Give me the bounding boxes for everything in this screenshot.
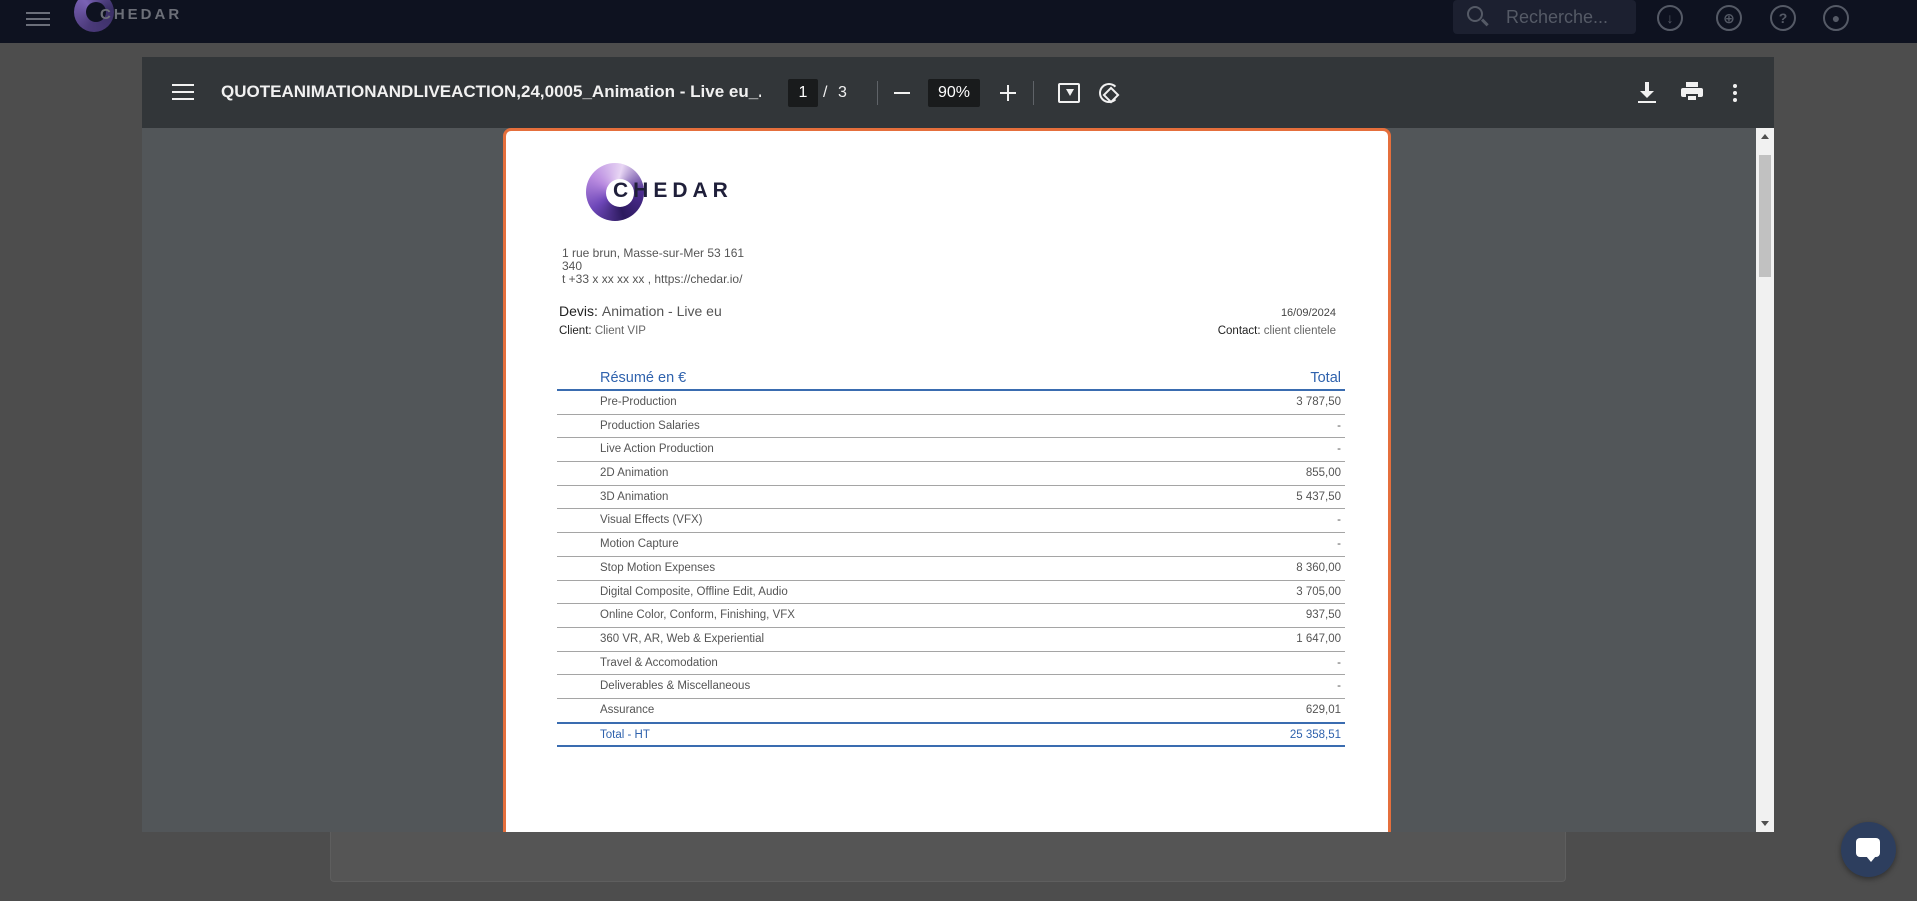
row-label: Pre-Production [600, 396, 677, 408]
devis-value: Animation - Live eu [601, 303, 722, 319]
contact-label: Contact: [1217, 325, 1261, 337]
row-label: 3D Animation [600, 490, 669, 503]
zoom-out-icon[interactable] [894, 92, 910, 94]
search-icon [1467, 6, 1483, 22]
table-row: Stop Motion Expenses 8 360,00 [557, 557, 1345, 581]
client-value: Client VIP [594, 325, 646, 337]
table-row: Pre-Production 3 787,50 [557, 391, 1345, 415]
row-value: - [1337, 538, 1341, 551]
toolbar-divider [1033, 81, 1034, 105]
total-header: Total [1310, 370, 1341, 386]
row-value: 855,00 [1305, 467, 1341, 480]
row-value: 5 437,50 [1296, 490, 1341, 503]
table-row: Digital Composite, Offline Edit, Audio 3 … [557, 581, 1345, 605]
search-placeholder: Recherche... [1506, 7, 1609, 27]
toolbar-divider [877, 81, 878, 105]
scrollbar[interactable] [1756, 128, 1774, 832]
row-label: Assurance [600, 703, 655, 716]
table-row: Live Action Production - [557, 438, 1345, 463]
row-value: - [1337, 656, 1341, 669]
row-value: - [1337, 419, 1341, 432]
client-label: Client: [559, 325, 592, 337]
devis-label: Devis: [559, 303, 598, 319]
zoom-in-icon[interactable] [1000, 85, 1016, 101]
contact-value: client clientele [1263, 325, 1336, 337]
sidebar-toggle-icon[interactable] [172, 84, 194, 102]
chat-button[interactable] [1841, 822, 1896, 877]
scroll-up-arrow-icon[interactable] [1761, 134, 1769, 139]
quote-heading: Devis: Animation - Live eu [559, 303, 722, 319]
total-row: Total - HT 25 358,51 [557, 721, 1345, 747]
row-label: Visual Effects (VFX) [600, 514, 703, 527]
globe-icon[interactable]: ⊕ [1716, 5, 1742, 31]
row-value: - [1337, 443, 1341, 456]
cloud-download-icon[interactable]: ↓ [1657, 5, 1683, 31]
row-value: 3 787,50 [1296, 396, 1341, 408]
row-value: - [1337, 514, 1341, 527]
row-label: Stop Motion Expenses [600, 561, 716, 574]
row-label: Online Color, Conform, Finishing, VFX [600, 609, 795, 622]
brand-name: CHEDAR [100, 6, 183, 23]
table-row: Travel & Accomodation - [557, 652, 1345, 676]
contact-info: Contact: client clientele [1218, 325, 1336, 337]
viewer-toolbar: QUOTEANIMATIONANDLIVEACTION,24,0005_Anim… [142, 57, 1774, 128]
row-label: Deliverables & Miscellaneous [600, 680, 751, 693]
row-label: Digital Composite, Offline Edit, Audio [600, 585, 788, 598]
row-value: 1 647,00 [1296, 632, 1341, 645]
address-line: 1 rue brun, Masse-sur-Mer 53 161 [562, 246, 745, 260]
document-brand: CHEDAR [613, 179, 733, 202]
row-label: Live Action Production [600, 443, 714, 456]
summary-header: Résumé en € [600, 370, 687, 386]
app-bar: CHEDAR Recherche... ↓ ⊕ ? ● [0, 0, 1917, 43]
table-row: Production Salaries - [557, 415, 1345, 439]
document-title: QUOTEANIMATIONANDLIVEACTION,24,0005_Anim… [221, 82, 761, 101]
company-address: 1 rue brun, Masse-sur-Mer 53 161 340 t +… [562, 247, 762, 286]
row-value: - [1337, 680, 1341, 693]
table-row: Motion Capture - [557, 533, 1345, 557]
row-label: 2D Animation [600, 467, 669, 480]
table-row: Deliverables & Miscellaneous - [557, 675, 1345, 699]
table-row: Visual Effects (VFX) - [557, 509, 1345, 534]
table-row: 360 VR, AR, Web & Experiential 1 647,00 [557, 628, 1345, 652]
scroll-down-arrow-icon[interactable] [1761, 821, 1769, 826]
pdf-viewer: QUOTEANIMATIONANDLIVEACTION,24,0005_Anim… [142, 57, 1774, 832]
download-icon[interactable] [1638, 82, 1656, 104]
pdf-page: CHEDAR 1 rue brun, Masse-sur-Mer 53 161 … [503, 128, 1391, 832]
summary-header-row: Résumé en € Total [557, 369, 1345, 391]
row-label: Travel & Accomodation [600, 656, 718, 669]
table-row: Assurance 629,01 [557, 699, 1345, 723]
row-value: 629,01 [1305, 703, 1341, 716]
chat-bubble-icon [1856, 838, 1880, 862]
table-row: 3D Animation 5 437,50 [557, 486, 1345, 510]
quote-date: 16/09/2024 [1280, 307, 1336, 319]
fit-page-icon[interactable] [1058, 83, 1080, 103]
scroll-thumb[interactable] [1759, 155, 1771, 277]
row-value: 3 705,00 [1296, 585, 1341, 598]
page-number-input[interactable]: 1 [788, 79, 818, 107]
row-label: Motion Capture [600, 538, 679, 551]
rotate-icon[interactable] [1099, 83, 1119, 103]
client-info: Client: Client VIP [559, 325, 646, 337]
row-value: 8 360,00 [1296, 561, 1341, 574]
print-icon[interactable] [1681, 82, 1703, 102]
total-value: 25 358,51 [1289, 728, 1341, 741]
account-icon[interactable]: ● [1823, 5, 1849, 31]
page-total: 3 [838, 84, 847, 101]
row-label: Production Salaries [600, 419, 700, 432]
help-icon[interactable]: ? [1770, 5, 1796, 31]
more-options-icon[interactable] [1733, 84, 1737, 102]
total-label: Total - HT [600, 728, 650, 741]
summary-table: Résumé en € Total Pre-Production 3 787,50… [557, 369, 1345, 747]
table-row: Online Color, Conform, Finishing, VFX 937… [557, 604, 1345, 628]
page-separator: / [823, 84, 828, 101]
menu-icon[interactable] [26, 8, 50, 28]
row-value: 937,50 [1305, 609, 1341, 622]
zoom-input[interactable]: 90% [928, 79, 980, 107]
row-label: 360 VR, AR, Web & Experiential [600, 632, 765, 645]
table-row: 2D Animation 855,00 [557, 462, 1345, 486]
search-box[interactable]: Recherche... [1453, 0, 1636, 34]
address-line: t +33 x xx xx xx , https://chedar.io/ [562, 272, 743, 286]
